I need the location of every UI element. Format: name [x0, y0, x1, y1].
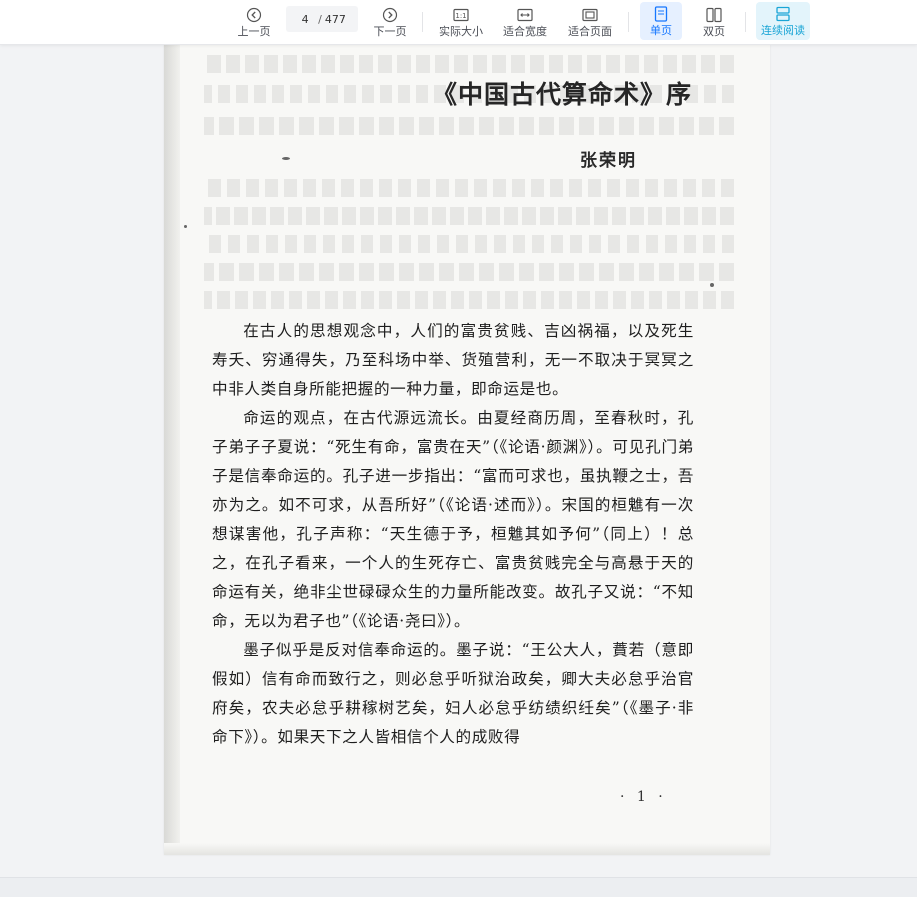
- double-page-button[interactable]: 双页: [694, 0, 734, 44]
- svg-text:1:1: 1:1: [455, 12, 466, 20]
- document-author: 张荣明: [580, 151, 637, 171]
- chevron-left-circle-icon: [246, 6, 262, 24]
- fit-page-button[interactable]: 适合页面: [565, 0, 615, 44]
- total-pages: 477: [324, 12, 346, 26]
- bleed-through-texture: [204, 179, 734, 197]
- toolbar-divider: [628, 12, 629, 32]
- body-paragraph: 在古人的思想观念中，人们的富贵贫贱、吉凶祸福，以及死生寿夭、穷通得失，乃至科场中…: [212, 322, 694, 398]
- bleed-through-texture: [204, 291, 734, 309]
- continuous-scroll-icon: [775, 5, 791, 23]
- double-page-icon: [706, 6, 722, 24]
- continuous-reading-button[interactable]: 连续阅读: [756, 2, 810, 40]
- next-page-button[interactable]: 下一页: [370, 0, 410, 44]
- prev-page-button[interactable]: 上一页: [234, 0, 274, 44]
- document-body: 在古人的思想观念中，人们的富贵贫贱、吉凶祸福，以及死生寿夭、穷通得失，乃至科场中…: [212, 317, 694, 752]
- fit-page-icon: [582, 6, 598, 24]
- scanned-page: 《中国古代算命术》序 张荣明 在古人的思想观念中，人们的富贵贫贱、吉凶祸福，以及…: [164, 45, 770, 855]
- document-title: 《中国古代算命术》序: [432, 80, 693, 109]
- double-page-label: 双页: [703, 25, 725, 38]
- current-page-input[interactable]: 4: [298, 13, 312, 26]
- fit-width-label: 适合宽度: [503, 25, 547, 38]
- bleed-through-texture: [204, 207, 734, 225]
- page-separator: /: [318, 12, 322, 26]
- bleed-through-texture: [204, 55, 734, 73]
- actual-size-icon: 1:1: [453, 6, 469, 24]
- scan-speck: [282, 157, 290, 160]
- toolbar-divider: [745, 12, 746, 32]
- continuous-reading-label: 连续阅读: [761, 24, 805, 37]
- reader-toolbar: 上一页 4 / 477 下一页 1:1 实际大小 适合宽度 适合页面 单页 双页…: [0, 0, 917, 45]
- scan-speck: [184, 225, 187, 228]
- single-page-label: 单页: [650, 24, 672, 37]
- bleed-through-texture: [204, 117, 734, 135]
- page-bottom-shadow: [164, 843, 770, 855]
- bottom-status-bar: [0, 877, 917, 897]
- fit-width-button[interactable]: 适合宽度: [500, 0, 550, 44]
- body-paragraph: 墨子似乎是反对信奉命运的。墨子说：“王公大人，蕡若（意即假如）信有命而致行之，则…: [212, 641, 694, 746]
- toolbar-divider: [422, 12, 423, 32]
- body-paragraph: 命运的观点，在古代源远流长。由夏经商历周，至春秋时，孔子弟子子夏说：“死生有命，…: [212, 409, 694, 630]
- next-page-label: 下一页: [373, 25, 407, 38]
- fit-page-label: 适合页面: [568, 25, 612, 38]
- document-viewport[interactable]: 《中国古代算命术》序 张荣明 在古人的思想观念中，人们的富贵贫贱、吉凶祸福，以及…: [0, 45, 917, 877]
- chevron-right-circle-icon: [382, 6, 398, 24]
- actual-size-label: 实际大小: [439, 25, 483, 38]
- bleed-through-texture: [204, 235, 734, 253]
- page-binding-shadow: [164, 45, 180, 855]
- fit-width-icon: [517, 6, 533, 24]
- scan-speck: [710, 283, 714, 287]
- prev-page-label: 上一页: [237, 25, 271, 38]
- single-page-icon: [654, 5, 668, 23]
- bleed-through-texture: [204, 263, 734, 281]
- single-page-button[interactable]: 单页: [640, 2, 682, 40]
- page-indicator[interactable]: 4 / 477: [286, 6, 358, 32]
- page-number: · 1 ·: [620, 789, 667, 805]
- actual-size-button[interactable]: 1:1 实际大小: [436, 0, 486, 44]
